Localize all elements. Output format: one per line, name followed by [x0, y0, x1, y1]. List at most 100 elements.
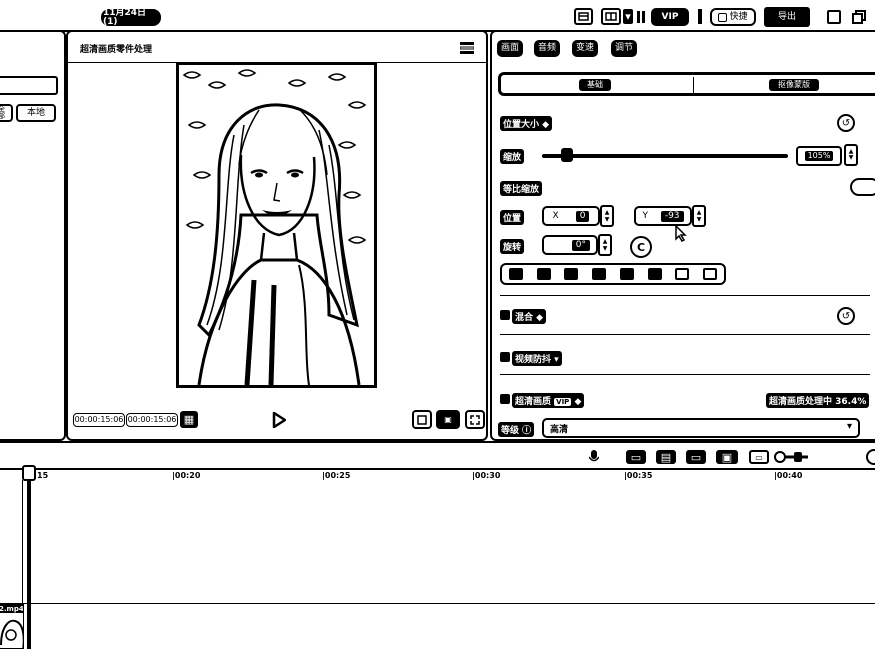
- position-y-stepper[interactable]: ▲ ▼: [692, 205, 706, 227]
- position-x-prefix: X: [552, 210, 559, 221]
- stabilize-checkbox[interactable]: [500, 352, 510, 362]
- ruler-baseline: [0, 468, 875, 470]
- layout-split-icon[interactable]: [601, 8, 621, 25]
- link-icon[interactable]: ▤: [656, 450, 676, 464]
- subtab-divider: [693, 77, 694, 93]
- media-search-input[interactable]: [0, 76, 58, 95]
- pause-icon[interactable]: [635, 9, 647, 24]
- split-icon[interactable]: ▭: [626, 450, 646, 464]
- align-right-icon[interactable]: [564, 268, 579, 280]
- zoom-slider[interactable]: [772, 450, 814, 464]
- blend-checkbox[interactable]: [500, 310, 510, 320]
- scale-label: 缩放: [500, 149, 525, 164]
- tick-35: |00:35: [624, 471, 653, 480]
- align-center-v-icon[interactable]: [619, 268, 634, 280]
- level-select[interactable]: 高清 ▾: [542, 418, 860, 438]
- reset-transform-icon[interactable]: ↺: [837, 114, 855, 132]
- original-ratio-icon[interactable]: ▣: [436, 410, 460, 429]
- tab-audio[interactable]: 音频: [534, 40, 560, 57]
- tab-speed-label: 变速: [575, 43, 594, 53]
- rotate-label: 旋转: [500, 239, 525, 254]
- section-transform-label: 位置大小: [503, 120, 540, 130]
- rotate-reset-icon[interactable]: C: [630, 236, 652, 258]
- position-y-value: -93: [660, 210, 684, 222]
- scale-slider-handle[interactable]: [560, 148, 573, 162]
- playhead-handle[interactable]: [22, 465, 36, 481]
- align-center-h-icon[interactable]: [536, 268, 551, 280]
- subtab-basic[interactable]: 基础: [579, 79, 611, 91]
- restore-icon[interactable]: [851, 9, 867, 25]
- align-left-icon[interactable]: [508, 268, 523, 280]
- chevron-down-icon[interactable]: ▾: [623, 9, 633, 24]
- hd-label: 超清画质 VIP ◆: [512, 393, 585, 408]
- filter-local-label: 本地: [26, 107, 45, 118]
- scale-slider-track[interactable]: [542, 154, 788, 158]
- tab-picture-label: 画面: [500, 43, 519, 53]
- filter-all-button[interactable]: 全部: [0, 104, 13, 122]
- vip-badge[interactable]: VIP: [651, 8, 689, 26]
- playhead-tick-label: 15: [37, 471, 49, 480]
- level-select-value: 高清: [550, 425, 569, 435]
- preview-axis-icon[interactable]: ▭: [686, 450, 706, 464]
- menu-icon[interactable]: [459, 40, 475, 56]
- tick-40: |00:40: [774, 471, 803, 480]
- properties-panel: 画面 音频 变速 调节 基础 抠像蒙版 位置大小 ◆ ↺ 缩放 105% ▲ ▼ …: [490, 30, 875, 441]
- play-icon[interactable]: [269, 411, 289, 429]
- minimize-icon[interactable]: [827, 10, 841, 24]
- filter-local-button[interactable]: 本地: [16, 104, 56, 122]
- align-bottom-icon[interactable]: [647, 268, 662, 280]
- subtab-bar: 基础 抠像蒙版: [498, 72, 875, 96]
- reset-blend-icon[interactable]: ↺: [837, 307, 855, 325]
- fullscreen-icon[interactable]: [465, 410, 485, 429]
- subtab-matting[interactable]: 抠像蒙版: [769, 79, 819, 91]
- position-y-field[interactable]: Y -93: [634, 206, 692, 226]
- section-divider-2: [500, 334, 870, 335]
- ratio-icon[interactable]: [412, 410, 432, 429]
- section-divider-1: [500, 295, 870, 296]
- uniform-scale-label: 等比缩放: [500, 181, 543, 196]
- mic-icon[interactable]: [587, 449, 601, 465]
- align-top-icon[interactable]: [592, 268, 607, 280]
- shortcut-label: 快捷: [729, 11, 748, 22]
- timeline: ▭ ▤ ▭ ▣ ▭: [0, 441, 875, 649]
- hd-checkbox[interactable]: [500, 394, 510, 404]
- section-divider-3: [500, 374, 870, 375]
- distribute-h-icon[interactable]: [675, 268, 690, 280]
- fit-icon[interactable]: [866, 449, 875, 465]
- video-preview[interactable]: [176, 62, 377, 388]
- playhead-line[interactable]: [27, 480, 31, 649]
- top-bar: 11月24日 (1) ▾ VIP 快捷 导出: [0, 0, 875, 32]
- position-x-field[interactable]: X 0: [542, 206, 600, 226]
- shortcut-button[interactable]: 快捷: [710, 8, 756, 26]
- hd-label-text: 超清画质: [515, 397, 552, 407]
- rotate-field[interactable]: 0°: [542, 235, 598, 255]
- blend-label-text: 混合: [515, 313, 534, 323]
- scale-stepper[interactable]: ▲ ▼: [844, 144, 858, 166]
- tab-adjust[interactable]: 调节: [611, 40, 637, 57]
- export-label: 导出: [777, 11, 796, 22]
- time-current-label: 00:00:15:06: [74, 415, 124, 424]
- snap-icon[interactable]: ▣: [716, 450, 738, 464]
- stabilize-label: 视频防抖 ▾: [512, 351, 562, 366]
- project-title[interactable]: 11月24日 (1): [101, 8, 161, 26]
- section-transform[interactable]: 位置大小 ◆: [500, 116, 553, 131]
- divider: [698, 9, 702, 24]
- align-toolbar: [500, 263, 726, 285]
- position-x-stepper[interactable]: ▲ ▼: [600, 205, 614, 227]
- export-button[interactable]: 导出: [764, 7, 810, 27]
- hd-status: 超清画质处理中 36.4%: [766, 393, 870, 408]
- time-total: 00:00:15:06: [126, 413, 178, 427]
- layout-icon[interactable]: [574, 8, 593, 25]
- rotate-stepper[interactable]: ▲ ▼: [598, 234, 612, 256]
- video-clip[interactable]: 2.mp4: [0, 604, 24, 649]
- tab-speed[interactable]: 变速: [572, 40, 598, 57]
- distribute-v-icon[interactable]: [703, 268, 718, 280]
- grid-icon[interactable]: ▦: [180, 411, 198, 428]
- clip-thumbnail: [0, 619, 23, 648]
- chevron-down-icon: ▾: [846, 421, 852, 432]
- scale-value-field[interactable]: 105%: [796, 146, 842, 166]
- zoom-out-icon[interactable]: ▭: [749, 450, 769, 464]
- uniform-scale-toggle[interactable]: [850, 178, 875, 196]
- tab-picture[interactable]: 画面: [497, 40, 523, 57]
- stabilize-label-text: 视频防抖: [515, 355, 552, 365]
